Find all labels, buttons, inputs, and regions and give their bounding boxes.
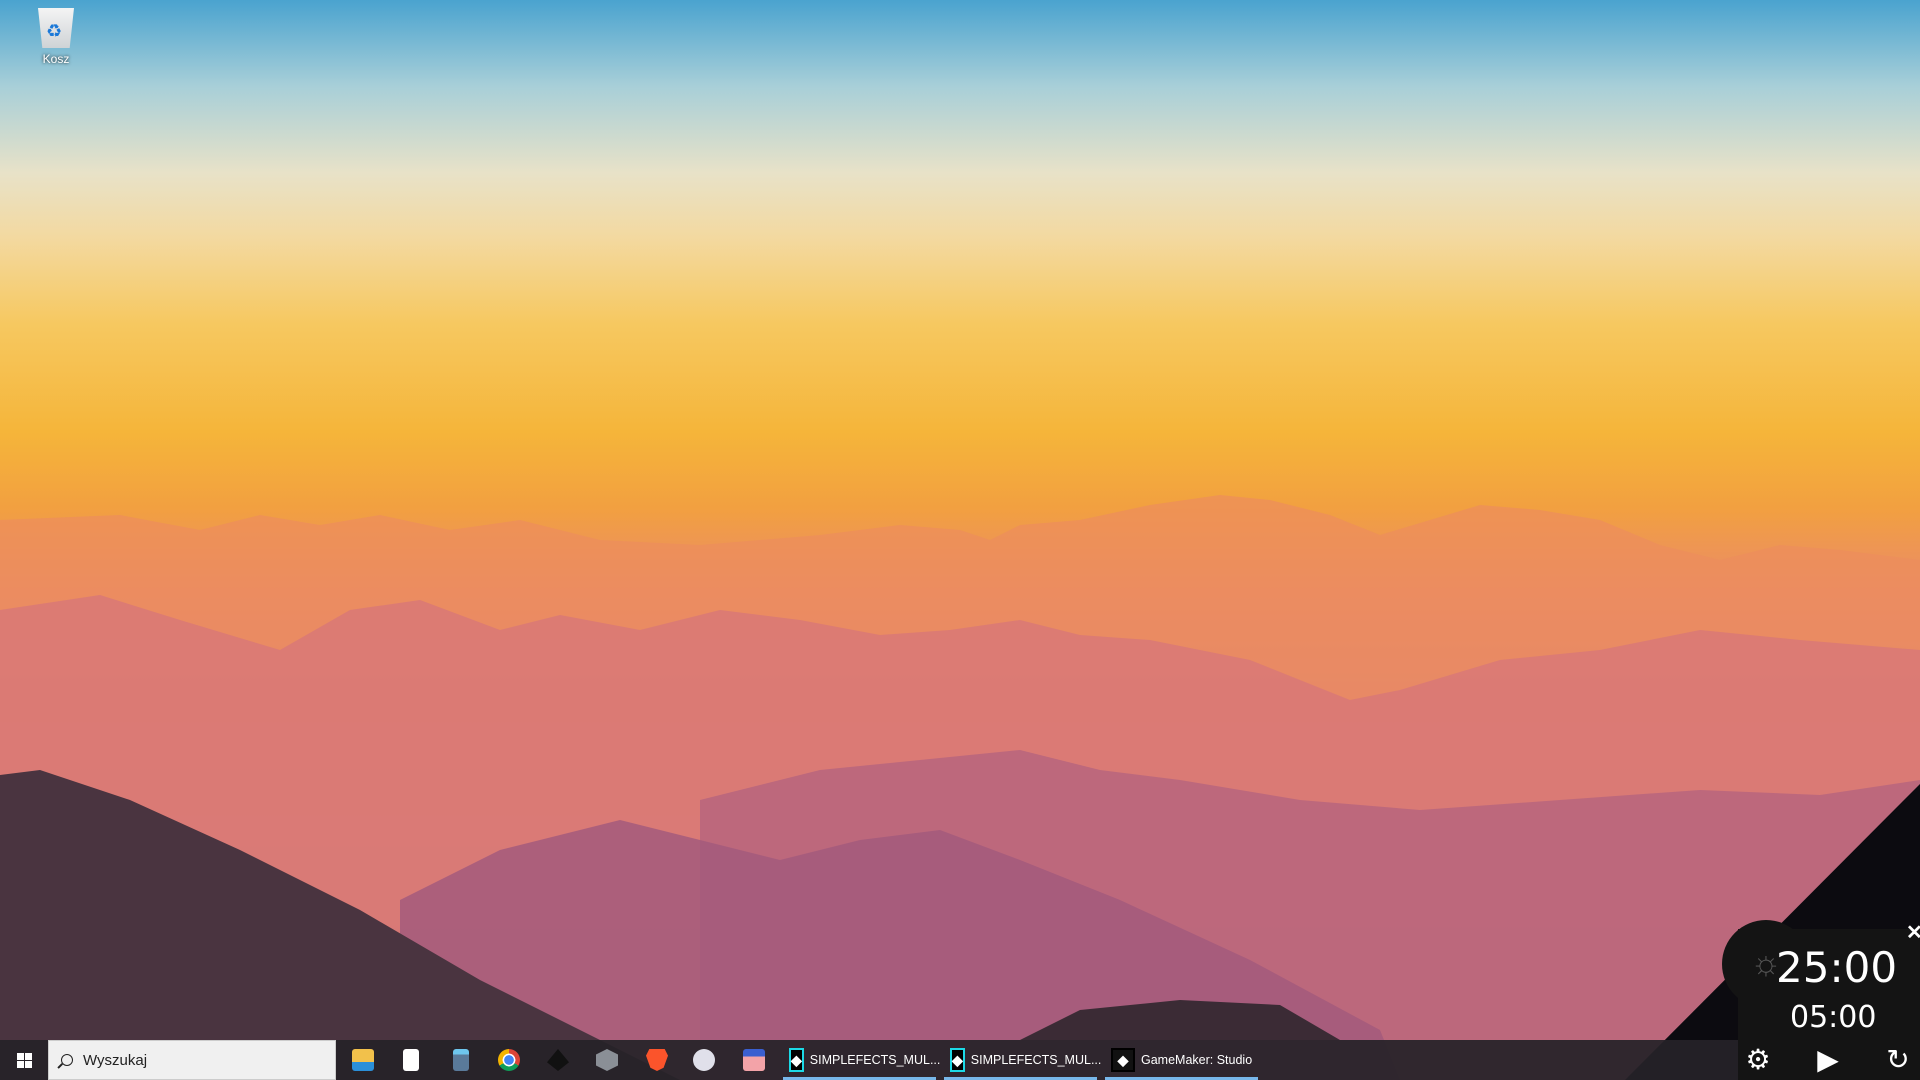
file-explorer-icon: [352, 1049, 374, 1071]
taskbar-inkscape[interactable]: [534, 1040, 582, 1080]
taskbar-brave[interactable]: [633, 1040, 681, 1080]
paint-icon: [693, 1049, 715, 1071]
close-icon[interactable]: ✕: [1906, 920, 1920, 945]
taskbar-save-app[interactable]: [730, 1040, 778, 1080]
taskbar-window-simplefects-1[interactable]: ◆SIMPLEFECTS_MUL...: [783, 1040, 936, 1080]
gamemaker-icon: ◆: [789, 1048, 804, 1072]
gamemaker-icon: ◆: [1111, 1048, 1135, 1072]
taskbar-notepad[interactable]: [387, 1040, 435, 1080]
floppy-save-icon: [743, 1049, 765, 1071]
taskbar-unity-hub[interactable]: [583, 1040, 631, 1080]
taskbar-calculator[interactable]: [437, 1040, 485, 1080]
search-placeholder: Wyszukaj: [83, 1052, 147, 1069]
inkscape-icon: [547, 1049, 569, 1071]
taskbar-window-gamemaker[interactable]: ◆ GameMaker: Studio: [1105, 1040, 1258, 1080]
chrome-icon: [498, 1049, 520, 1071]
reset-refresh-icon[interactable]: ↻: [1882, 1044, 1914, 1076]
taskbar-chrome[interactable]: [485, 1040, 533, 1080]
taskbar: Wyszukaj ◆SIMPLEFECTS_MUL... ◆SIMPLEFECT…: [0, 1040, 1920, 1080]
task-label: SIMPLEFECTS_MUL...: [971, 1053, 1102, 1067]
windows-logo-icon: [17, 1053, 32, 1068]
taskbar-file-explorer[interactable]: [339, 1040, 387, 1080]
work-timer: 25:00: [1776, 943, 1897, 992]
calculator-icon: [453, 1049, 469, 1071]
unity-hub-icon: [596, 1049, 618, 1071]
task-label: GameMaker: Studio: [1141, 1053, 1252, 1067]
notepad-icon: [403, 1049, 419, 1071]
search-icon: [61, 1054, 73, 1066]
taskbar-window-simplefects-2[interactable]: ◆SIMPLEFECTS_MUL...: [944, 1040, 1097, 1080]
taskbar-paint[interactable]: [680, 1040, 728, 1080]
break-timer: 05:00: [1790, 1000, 1876, 1035]
pomodoro-widget-background: [0, 0, 1920, 1080]
task-label: SIMPLEFECTS_MUL...: [810, 1053, 941, 1067]
start-button[interactable]: [0, 1040, 48, 1080]
search-box[interactable]: Wyszukaj: [48, 1040, 336, 1080]
settings-gear-icon[interactable]: ⚙: [1742, 1044, 1774, 1076]
play-icon[interactable]: ▶: [1812, 1044, 1844, 1076]
gamemaker-icon: ◆: [950, 1048, 965, 1072]
brave-icon: [646, 1049, 668, 1071]
